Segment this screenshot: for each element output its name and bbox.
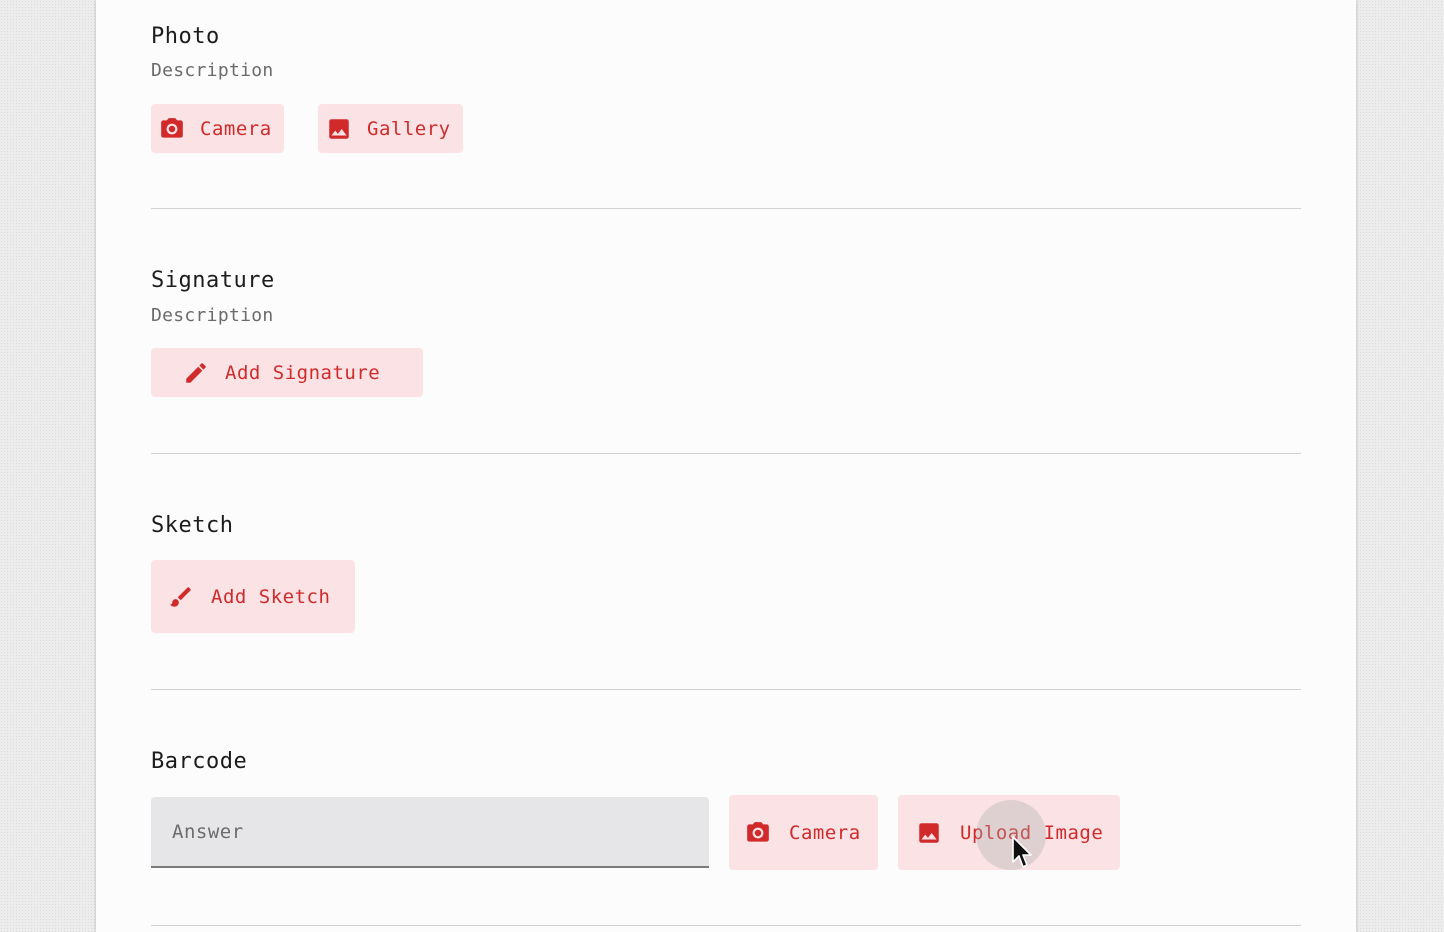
camera-icon (159, 116, 185, 142)
sketch-title: Sketch (151, 513, 234, 538)
divider (151, 453, 1301, 454)
photo-gallery-label: Gallery (367, 117, 451, 140)
photo-title: Photo (151, 24, 220, 49)
signature-title: Signature (151, 268, 275, 293)
barcode-answer-input[interactable]: Answer (151, 797, 709, 868)
divider (151, 925, 1301, 926)
barcode-title: Barcode (151, 749, 248, 774)
photo-gallery-button[interactable]: Gallery (318, 104, 463, 153)
add-sketch-label: Add Sketch (211, 585, 331, 608)
barcode-camera-label: Camera (789, 821, 861, 844)
pencil-icon (183, 360, 209, 386)
image-icon (916, 820, 942, 846)
signature-description: Description (151, 305, 274, 326)
photo-description: Description (151, 60, 274, 81)
add-signature-label: Add Signature (225, 361, 381, 384)
add-sketch-button[interactable]: Add Sketch (151, 560, 355, 633)
form-card: Photo Description Camera Gallery Signatu… (96, 0, 1356, 932)
photo-camera-label: Camera (200, 117, 272, 140)
answer-placeholder: Answer (172, 820, 244, 843)
mouse-cursor-icon (1012, 836, 1032, 868)
camera-icon (745, 820, 771, 846)
divider (151, 689, 1301, 690)
image-icon (326, 116, 352, 142)
barcode-camera-button[interactable]: Camera (729, 795, 878, 870)
add-signature-button[interactable]: Add Signature (151, 348, 423, 397)
divider (151, 208, 1301, 209)
brush-icon (168, 584, 194, 610)
photo-camera-button[interactable]: Camera (151, 104, 284, 153)
